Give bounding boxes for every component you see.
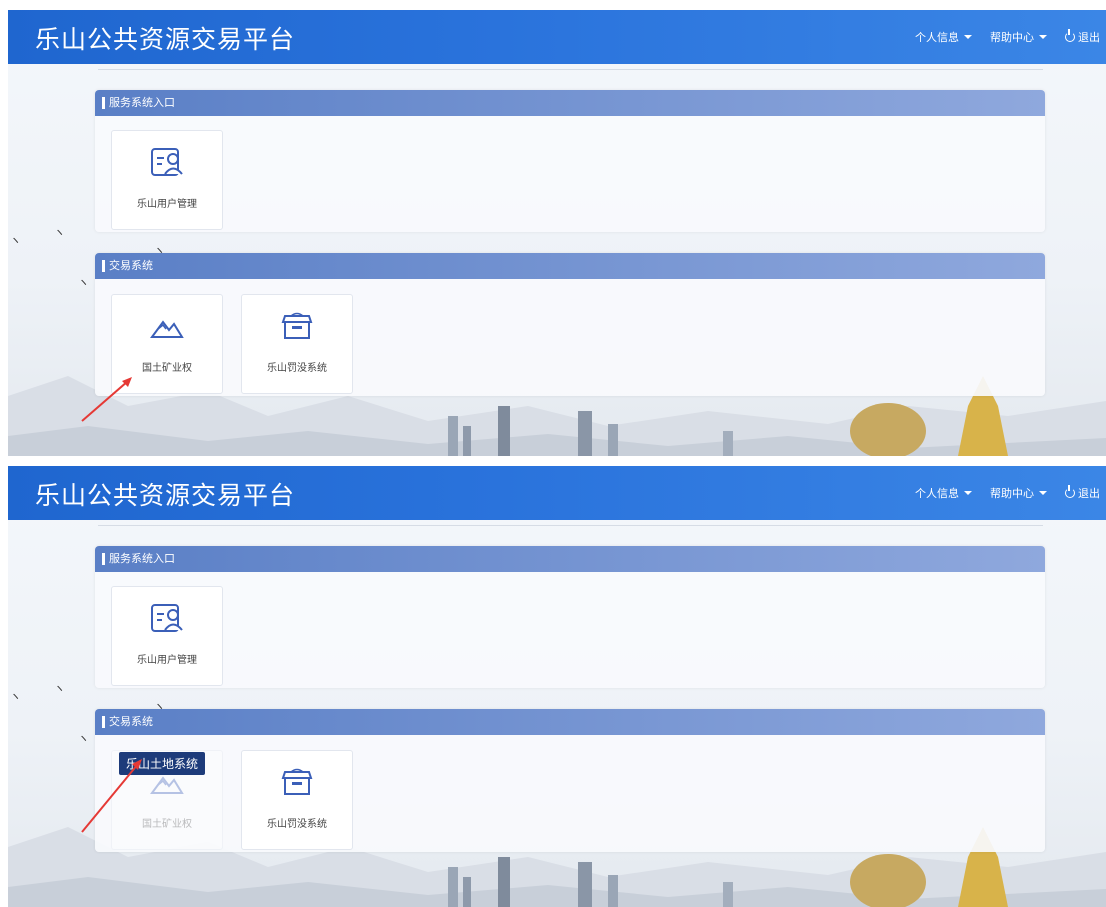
screenshot-before: 乐山公共资源交易平台 个人信息 帮助中心 退出 ヽ ヽ ヽ ヽ 服务系统入口 乐… xyxy=(8,10,1106,456)
tile-label: 乐山用户管理 xyxy=(137,199,197,210)
top-header: 乐山公共资源交易平台 个人信息 帮助中心 退出 xyxy=(8,10,1106,64)
service-panel: 服务系统入口 乐山用户管理 xyxy=(95,90,1045,232)
logout-button[interactable]: 退出 xyxy=(1065,485,1100,501)
bird-decoration: ヽ xyxy=(78,276,89,289)
profile-menu-label: 个人信息 xyxy=(915,31,959,44)
logout-label: 退出 xyxy=(1078,487,1100,500)
tile-confiscation-system[interactable]: 乐山罚没系统 xyxy=(241,294,353,394)
header-menu: 个人信息 帮助中心 退出 xyxy=(915,485,1100,501)
box-icon xyxy=(281,768,313,795)
bird-decoration: ヽ xyxy=(54,226,65,239)
logout-button[interactable]: 退出 xyxy=(1065,29,1100,45)
trade-panel: 交易系统 国土矿业权 乐山土地系统 乐山罚没系统 xyxy=(95,709,1045,852)
service-panel-heading: 服务系统入口 xyxy=(95,546,1045,572)
header-menu: 个人信息 帮助中心 退出 xyxy=(915,29,1100,45)
bird-decoration: ヽ xyxy=(10,234,21,247)
service-panel-heading: 服务系统入口 xyxy=(95,90,1045,116)
tile-confiscation-system[interactable]: 乐山罚没系统 xyxy=(241,750,353,850)
power-icon xyxy=(1065,29,1075,42)
annotation-arrow xyxy=(81,377,132,422)
box-icon xyxy=(281,312,313,339)
profile-menu-label: 个人信息 xyxy=(915,487,959,500)
bird-decoration: ヽ xyxy=(54,682,65,695)
trade-panel-heading: 交易系统 xyxy=(95,709,1045,735)
logout-label: 退出 xyxy=(1078,31,1100,44)
tile-label: 国土矿业权 xyxy=(142,363,192,374)
help-menu[interactable]: 帮助中心 xyxy=(990,29,1047,45)
tile-label: 乐山罚没系统 xyxy=(267,363,327,374)
site-title: 乐山公共资源交易平台 xyxy=(35,25,296,54)
divider xyxy=(98,69,1043,70)
annotation-arrow xyxy=(81,759,142,833)
tile-label: 乐山罚没系统 xyxy=(267,819,327,830)
bird-decoration: ヽ xyxy=(78,732,89,745)
site-title: 乐山公共资源交易平台 xyxy=(35,481,296,510)
service-panel: 服务系统入口 乐山用户管理 xyxy=(95,546,1045,688)
screenshot-after: 乐山公共资源交易平台 个人信息 帮助中心 退出 ヽ ヽ ヽ ヽ 服务系统入口 乐… xyxy=(8,466,1106,907)
trade-panel-heading: 交易系统 xyxy=(95,253,1045,279)
profile-menu[interactable]: 个人信息 xyxy=(915,485,972,501)
help-menu[interactable]: 帮助中心 xyxy=(990,485,1047,501)
chevron-down-icon xyxy=(964,35,972,39)
trade-panel: 交易系统 国土矿业权 乐山罚没系统 xyxy=(95,253,1045,396)
user-card-icon xyxy=(151,604,183,632)
divider xyxy=(98,525,1043,526)
tile-user-management[interactable]: 乐山用户管理 xyxy=(111,130,223,230)
help-menu-label: 帮助中心 xyxy=(990,31,1034,44)
bird-decoration: ヽ xyxy=(10,690,21,703)
user-card-icon xyxy=(151,148,183,176)
chevron-down-icon xyxy=(1039,35,1047,39)
help-menu-label: 帮助中心 xyxy=(990,487,1034,500)
chevron-down-icon xyxy=(1039,491,1047,495)
mountain-icon xyxy=(150,320,184,338)
top-header: 乐山公共资源交易平台 个人信息 帮助中心 退出 xyxy=(8,466,1106,520)
chevron-down-icon xyxy=(964,491,972,495)
tile-label: 乐山用户管理 xyxy=(137,655,197,666)
profile-menu[interactable]: 个人信息 xyxy=(915,29,972,45)
tile-user-management[interactable]: 乐山用户管理 xyxy=(111,586,223,686)
power-icon xyxy=(1065,485,1075,498)
